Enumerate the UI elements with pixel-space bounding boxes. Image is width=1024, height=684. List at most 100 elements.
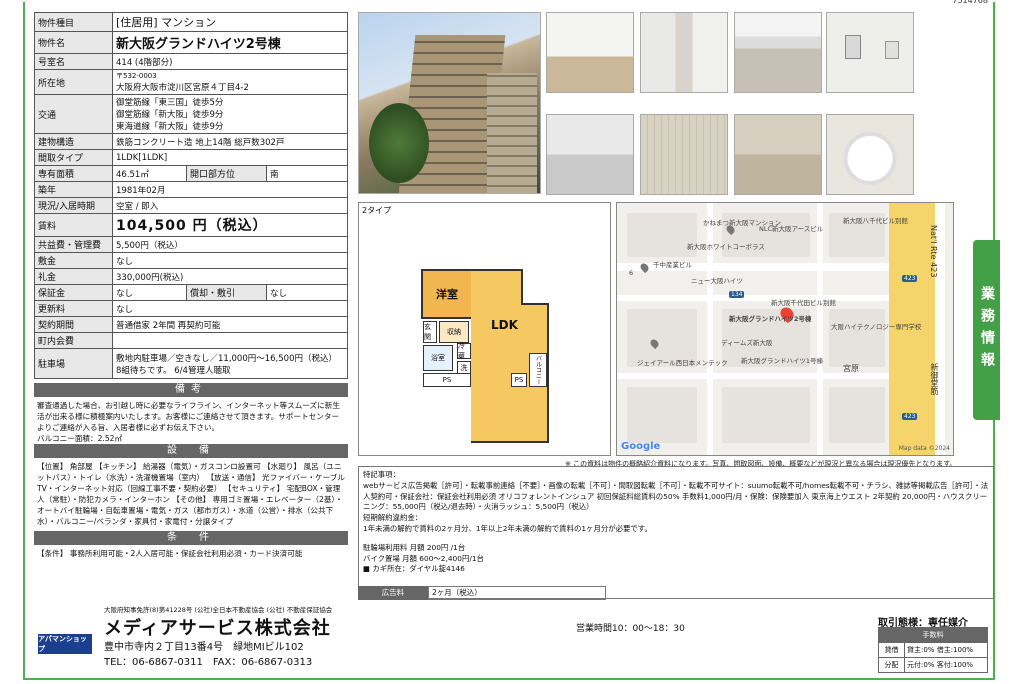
label-renewal: 更新料 (34, 300, 113, 317)
plan-type-label: 2タイプ (362, 206, 392, 215)
photo-kitchen[interactable] (734, 12, 822, 93)
map-label: 新大阪グランドハイツ1号棟 (741, 357, 824, 365)
route-shield: 134 (729, 291, 745, 298)
company-name: メディアサービス株式会社 (104, 618, 331, 639)
photo-living-room[interactable] (546, 12, 634, 93)
map-road (617, 295, 889, 301)
bathroom: 浴室 (423, 345, 453, 371)
transit-line: 御堂筋線「東三国」徒歩5分 (116, 98, 224, 108)
value-rent: 104,500 円（税込） (112, 213, 348, 237)
label-structure: 建物構造 (34, 133, 113, 150)
label-rent: 賃料 (34, 213, 113, 237)
map-label: 新大阪千代田ビル別館 (771, 299, 836, 307)
value-key-money: 330,000円(税込) (112, 268, 348, 285)
map-attribution: Map data ©2024 (898, 445, 950, 452)
map-label: 宮原 (843, 364, 859, 373)
photo-toilet[interactable] (734, 114, 822, 195)
license-info: 大阪府知事免許(8)第41228号 (公社)全日本不動産協会 (公社) 不動産保… (104, 606, 333, 614)
value-opening: 南 (266, 165, 348, 182)
floor-plan[interactable]: 2タイプ 洋室 LDK 玄関 収納 冷蔵 浴室 洗 PS PS バルコニー (358, 202, 611, 456)
value-room: 414 (4階部分) (112, 53, 348, 70)
map-label: ジェイアール西日本メンテック (637, 359, 728, 367)
label-deposit: 敷金 (34, 252, 113, 269)
room-ldk (471, 269, 523, 443)
photo-bathroom[interactable] (640, 114, 728, 195)
fee-row-key: 分配 (878, 657, 905, 673)
label-room: 号室名 (34, 53, 113, 70)
equipment-body: 【位置】 角部屋 【キッチン】 給湯器（電気）・ガスコンロ設置可 【水廻り】 風… (37, 462, 345, 526)
address-text: 大阪府大阪市淀川区宮原４丁目4-2 (116, 83, 249, 93)
route-shield: 423 (902, 413, 918, 420)
parking-line: 敷地内駐車場／空きなし／11,000円〜16,500円（税込） (116, 353, 337, 364)
property-code: 7514768 (952, 0, 988, 5)
label-town-fee: 町内会費 (34, 332, 113, 349)
conditions-header: 条 件 (34, 531, 348, 545)
building-shape (487, 73, 537, 193)
photo-intercom[interactable] (826, 12, 914, 93)
map-label: 6 (629, 269, 634, 277)
spec-table: 物件種目 [住居用] マンション 物件名 新大阪グランドハイツ2号棟 号室名 414 … (34, 12, 348, 379)
transit-line: 御堂筋線「新大阪」徒歩9分 (116, 110, 224, 120)
storage: 収納 (439, 321, 469, 343)
map-label: 新大阪ホワイトコーポラス (687, 243, 765, 251)
map-block (829, 309, 885, 367)
balcony: バルコニー (529, 353, 547, 387)
postal-code: 〒532-0003 (116, 72, 157, 80)
label-address: 所在地 (34, 69, 113, 95)
special-line: 1年未満の解約で賃料の2ヶ月分、1年以上2年未満の解約で賃料の1ヶ月分が必要です… (363, 523, 652, 533)
value-structure: 鉄筋コンクリート造 地上14階 総戸数302戸 (112, 133, 348, 150)
remarks-text: 審査通過した場合、お引越し時に必要なライフライン、インターネット等スムーズに新生… (37, 401, 340, 432)
special-line: 駐輪場利用料 月額 200円 /1台 (363, 542, 466, 552)
balcony-area: バルコニー面積：2.52㎡ (37, 434, 123, 443)
value-status: 空室 / 即入 (112, 197, 348, 214)
map-road (817, 203, 823, 455)
label-parking: 駐車場 (34, 348, 113, 379)
fee-row-key: 貸借 (878, 642, 905, 658)
label-area: 専有面積 (34, 165, 113, 182)
company-address: 豊中市寺内２丁目13番4号 緑地MIビル102 (104, 642, 304, 653)
photo-hallway[interactable] (640, 12, 728, 93)
business-hours: 営業時間10：00〜18：30 (576, 624, 685, 634)
value-deposit: なし (112, 252, 348, 269)
label-layout: 間取タイプ (34, 149, 113, 166)
equipment-header: 設 備 (34, 444, 348, 458)
fee-row-value: 貸主:0% 借主:100% (904, 642, 988, 658)
remarks-header: 備考 (34, 383, 348, 397)
property-name: 新大阪グランドハイツ2号棟 (112, 31, 348, 54)
special-line: webサービス広告掲載［許可］・転載事前連絡［不要］・画像の転載［不可］・間取図… (363, 480, 989, 512)
map-block (627, 387, 697, 443)
label-transit: 交通 (34, 94, 113, 134)
google-logo: Google (621, 441, 661, 452)
value-amort: なし (266, 284, 348, 301)
value-town-fee (112, 332, 348, 349)
building-exterior-photo[interactable] (358, 12, 541, 194)
photo-washroom[interactable] (546, 114, 634, 195)
label-built: 築年 (34, 181, 113, 198)
route-shield: 423 (902, 275, 918, 282)
value-contract: 普通借家 2年間 再契約可能 (112, 316, 348, 333)
map-label: 大阪ハイテクノロジー専門学校 (831, 323, 922, 331)
parking-line: 8組待ちです。 6/4管理人聴取 (116, 365, 231, 376)
value-layout: 1LDK[1LDK] (112, 149, 348, 166)
intercom-icon (845, 35, 861, 59)
map-block (722, 387, 810, 443)
business-info-tab[interactable]: 業務情報 (973, 240, 1000, 420)
ad-fee: 広告料 2ヶ月（税込） (358, 586, 608, 600)
transit-line: 東海道線「新大阪」徒歩9分 (116, 122, 224, 132)
ad-fee-label: 広告料 (358, 586, 428, 600)
label-amort: 償却・敷引 (186, 284, 267, 301)
pipe-space: PS (423, 373, 471, 387)
map-block (829, 387, 885, 443)
location-map[interactable]: かねまつ新大阪マンション NLC新大阪アースビル 新大阪八千代ビル別館 新大阪ホ… (616, 202, 954, 456)
label-name: 物件名 (34, 31, 113, 54)
map-label: NLC新大阪アースビル (759, 225, 824, 233)
ad-fee-value: 2ヶ月（税込） (428, 586, 606, 600)
label-common: 共益費・管理費 (34, 236, 113, 253)
photo-washbasin[interactable] (826, 114, 914, 195)
map-label: ニュー大阪ハイツ (691, 277, 743, 285)
room-ldk-label: LDK (491, 318, 518, 332)
label-opening: 開口部方位 (186, 165, 267, 182)
value-address: 〒532-0003 大阪府大阪市淀川区宮原４丁目4-2 (112, 69, 348, 95)
highway-label: 新御堂筋 (930, 363, 939, 395)
value-transit: 御堂筋線「東三国」徒歩5分 御堂筋線「新大阪」徒歩9分 東海道線「新大阪」徒歩9分 (112, 94, 348, 134)
